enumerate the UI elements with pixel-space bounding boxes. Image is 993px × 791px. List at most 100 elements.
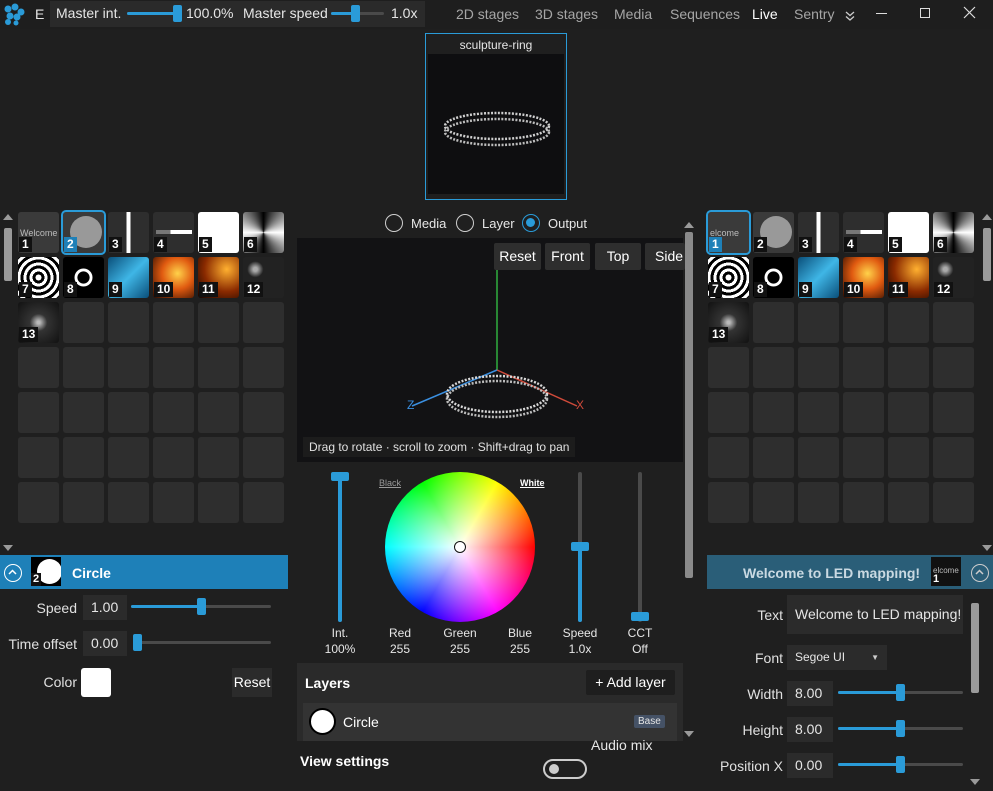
left-grid-empty-cell[interactable] xyxy=(63,437,104,478)
audio-mix-toggle[interactable] xyxy=(543,759,587,779)
right-font-select[interactable]: Segoe UI ▼ xyxy=(787,645,887,670)
left-grid-item-10[interactable]: 10 xyxy=(153,257,194,298)
right-grid-empty-cell[interactable] xyxy=(888,392,929,433)
left-grid-scroll-up-icon[interactable] xyxy=(3,214,13,220)
left-grid-empty-cell[interactable] xyxy=(243,437,284,478)
right-grid-empty-cell[interactable] xyxy=(708,482,749,523)
master-int-slider[interactable] xyxy=(127,5,182,22)
right-grid-empty-cell[interactable] xyxy=(708,392,749,433)
left-grid-empty-cell[interactable] xyxy=(153,482,194,523)
view-front-button[interactable]: Front xyxy=(545,243,590,270)
right-text-input[interactable]: Welcome to LED mapping! xyxy=(787,595,963,634)
right-grid-item-9[interactable]: 9 xyxy=(798,257,839,298)
left-grid-empty-cell[interactable] xyxy=(63,302,104,343)
left-speed-slider[interactable] xyxy=(131,598,271,615)
right-props-scroll-down-icon[interactable] xyxy=(970,779,980,785)
right-posx-slider[interactable] xyxy=(838,756,963,773)
radio-output[interactable] xyxy=(522,214,540,232)
right-grid-item-2[interactable]: 2 xyxy=(753,212,794,253)
right-props-scrollbar[interactable] xyxy=(971,603,979,693)
right-grid-empty-cell[interactable] xyxy=(888,437,929,478)
nav-sentry[interactable]: Sentry xyxy=(794,6,834,22)
right-grid-empty-cell[interactable] xyxy=(933,392,974,433)
left-grid-empty-cell[interactable] xyxy=(243,302,284,343)
left-grid-scroll-down-icon[interactable] xyxy=(3,545,13,551)
white-preset-label[interactable]: White xyxy=(520,478,545,488)
master-speed-slider[interactable] xyxy=(331,5,384,22)
right-grid-empty-cell[interactable] xyxy=(888,347,929,388)
left-reset-button[interactable]: Reset xyxy=(232,668,272,697)
color-wheel-picker[interactable] xyxy=(454,541,466,553)
preview-tile[interactable]: sculpture-ring xyxy=(425,33,567,200)
left-grid-item-13[interactable]: 13 xyxy=(18,302,59,343)
center-scroll-down-icon[interactable] xyxy=(684,731,694,737)
right-grid-item-5[interactable]: 5 xyxy=(888,212,929,253)
minimize-icon[interactable] xyxy=(876,13,887,14)
left-grid-item-3[interactable]: 3 xyxy=(108,212,149,253)
right-posx-input[interactable]: 0.00 xyxy=(787,753,833,778)
right-grid-item-8[interactable]: 8 xyxy=(753,257,794,298)
left-grid-empty-cell[interactable] xyxy=(198,392,239,433)
right-grid-empty-cell[interactable] xyxy=(753,392,794,433)
cct-slider[interactable] xyxy=(631,472,649,622)
right-grid-empty-cell[interactable] xyxy=(888,482,929,523)
right-grid-empty-cell[interactable] xyxy=(798,392,839,433)
left-grid-empty-cell[interactable] xyxy=(18,437,59,478)
right-grid-empty-cell[interactable] xyxy=(798,482,839,523)
left-grid-empty-cell[interactable] xyxy=(153,392,194,433)
right-grid-item-4[interactable]: 4 xyxy=(843,212,884,253)
right-grid-item-10[interactable]: 10 xyxy=(843,257,884,298)
left-grid-empty-cell[interactable] xyxy=(198,437,239,478)
right-grid-item-6[interactable]: 6 xyxy=(933,212,974,253)
left-grid-empty-cell[interactable] xyxy=(153,302,194,343)
left-layer-collapse-icon[interactable] xyxy=(4,564,22,582)
right-grid-empty-cell[interactable] xyxy=(753,302,794,343)
left-grid-empty-cell[interactable] xyxy=(153,347,194,388)
left-grid-empty-cell[interactable] xyxy=(153,437,194,478)
right-width-slider[interactable] xyxy=(838,684,963,701)
right-grid-empty-cell[interactable] xyxy=(753,482,794,523)
left-grid-empty-cell[interactable] xyxy=(108,347,149,388)
left-grid-empty-cell[interactable] xyxy=(18,392,59,433)
right-grid-empty-cell[interactable] xyxy=(888,302,929,343)
right-grid-item-11[interactable]: 11 xyxy=(888,257,929,298)
left-offset-slider[interactable] xyxy=(133,634,271,651)
nav-2d-stages[interactable]: 2D stages xyxy=(456,6,519,22)
right-grid-empty-cell[interactable] xyxy=(708,347,749,388)
right-grid-empty-cell[interactable] xyxy=(933,302,974,343)
left-grid-item-11[interactable]: 11 xyxy=(198,257,239,298)
right-grid-empty-cell[interactable] xyxy=(843,347,884,388)
right-grid-empty-cell[interactable] xyxy=(798,302,839,343)
right-grid-empty-cell[interactable] xyxy=(843,482,884,523)
right-grid-empty-cell[interactable] xyxy=(843,392,884,433)
viewport-3d[interactable]: Z X Drag to rotate · scroll to zoom · Sh… xyxy=(297,238,683,462)
left-speed-input[interactable]: 1.00 xyxy=(83,595,127,620)
left-grid-empty-cell[interactable] xyxy=(108,392,149,433)
left-grid-empty-cell[interactable] xyxy=(198,482,239,523)
right-grid-empty-cell[interactable] xyxy=(798,437,839,478)
radio-layer[interactable] xyxy=(456,214,474,232)
color-speed-slider[interactable] xyxy=(571,472,589,622)
add-layer-button[interactable]: + Add layer xyxy=(586,670,675,695)
right-height-input[interactable]: 8.00 xyxy=(787,717,833,742)
left-grid-empty-cell[interactable] xyxy=(243,347,284,388)
left-grid-empty-cell[interactable] xyxy=(63,392,104,433)
left-grid-item-7[interactable]: 7 xyxy=(18,257,59,298)
right-width-input[interactable]: 8.00 xyxy=(787,681,833,706)
view-side-button[interactable]: Side xyxy=(645,243,685,270)
left-grid-scrollbar[interactable] xyxy=(4,228,12,281)
right-layer-collapse-icon[interactable] xyxy=(971,564,989,582)
view-settings-label[interactable]: View settings xyxy=(300,753,389,769)
left-grid-empty-cell[interactable] xyxy=(243,392,284,433)
intensity-slider[interactable] xyxy=(331,472,349,622)
close-icon[interactable] xyxy=(963,6,976,19)
left-grid-empty-cell[interactable] xyxy=(63,347,104,388)
right-grid-item-13[interactable]: 13 xyxy=(708,302,749,343)
nav-sequences[interactable]: Sequences xyxy=(670,6,740,22)
app-logo-icon[interactable] xyxy=(2,2,26,26)
right-height-slider[interactable] xyxy=(838,720,963,737)
nav-live[interactable]: Live xyxy=(752,6,778,22)
right-grid-empty-cell[interactable] xyxy=(753,347,794,388)
right-grid-empty-cell[interactable] xyxy=(843,302,884,343)
right-grid-empty-cell[interactable] xyxy=(753,437,794,478)
